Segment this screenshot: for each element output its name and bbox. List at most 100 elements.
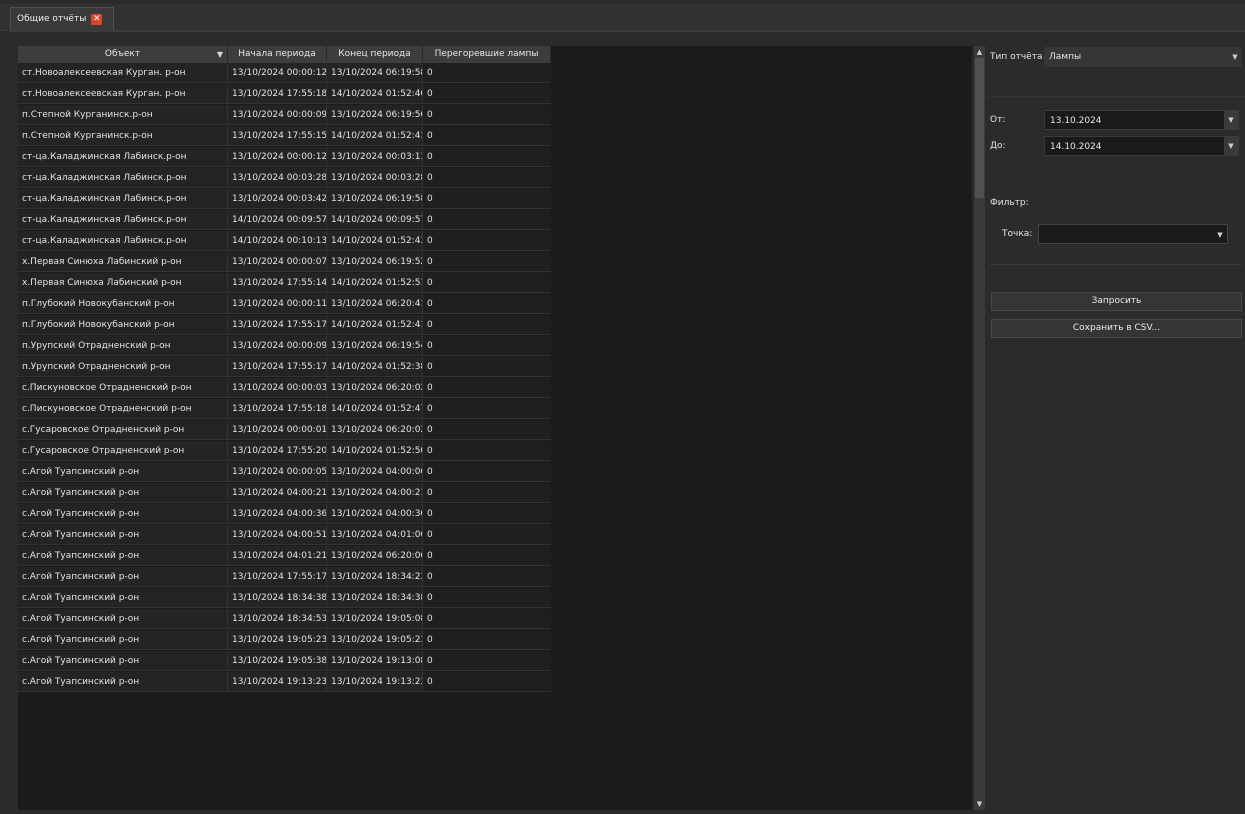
column-header-burnt-lamps[interactable]: Перегоревшие лампы <box>423 46 551 63</box>
table-row[interactable]: с.Агой Туапсинский р-он 13/10/2024 17:55:… <box>18 567 972 588</box>
table-row[interactable]: с.Агой Туапсинский р-он 13/10/2024 04:01:… <box>18 546 972 567</box>
vertical-scrollbar[interactable]: ▲ ▼ <box>974 46 985 810</box>
scroll-up-icon[interactable]: ▲ <box>974 46 985 58</box>
table-row[interactable]: с.Агой Туапсинский р-он 13/10/2024 04:00:… <box>18 525 972 546</box>
table-cell: с.Агой Туапсинский р-он <box>18 546 228 566</box>
table-cell: 0 <box>423 525 551 545</box>
table-cell: 13/10/2024 19:05:38 <box>228 651 327 671</box>
table-cell: п.Урупский Отрадненский р-он <box>18 357 228 377</box>
table-cell: 13/10/2024 04:00:21 <box>327 483 423 503</box>
chevron-down-icon[interactable]: ▼ <box>1224 137 1238 155</box>
date-to-field[interactable]: 14.10.2024 ▼ <box>1044 136 1239 156</box>
scroll-down-icon[interactable]: ▼ <box>974 798 985 810</box>
table-row[interactable]: с.Агой Туапсинский р-он 13/10/2024 19:13:… <box>18 672 972 693</box>
table-cell: 13/10/2024 06:20:41 <box>327 294 423 314</box>
point-select[interactable]: ▼ <box>1038 224 1228 244</box>
to-label: До: <box>990 141 1006 151</box>
table-cell: 0 <box>423 168 551 188</box>
table-row[interactable]: ст-ца.Каладжинская Лабинск.р-он 14/10/202… <box>18 210 972 231</box>
table-cell: 13/10/2024 17:55:17 <box>228 357 327 377</box>
table-cell: 13/10/2024 17:55:18 <box>228 399 327 419</box>
table-row[interactable]: п.Глубокий Новокубанский р-он 13/10/2024 … <box>18 315 972 336</box>
table-cell: 13/10/2024 06:20:06 <box>327 546 423 566</box>
column-header-period-end[interactable]: Конец периода <box>327 46 423 63</box>
table-cell: п.Глубокий Новокубанский р-он <box>18 294 228 314</box>
table-cell: 13/10/2024 00:00:12 <box>228 147 327 167</box>
table-row[interactable]: с.Пискуновское Отрадненский р-он 13/10/20… <box>18 378 972 399</box>
table-cell: 0 <box>423 420 551 440</box>
table-row[interactable]: с.Агой Туапсинский р-он 13/10/2024 18:34:… <box>18 609 972 630</box>
table-cell: ст-ца.Каладжинская Лабинск.р-он <box>18 231 228 251</box>
table-row[interactable]: п.Степной Курганинск.р-он 13/10/2024 17:5… <box>18 126 972 147</box>
table-cell: 0 <box>423 315 551 335</box>
table-cell: 14/10/2024 00:10:13 <box>228 231 327 251</box>
table-cell: 14/10/2024 01:52:51 <box>327 273 423 293</box>
table-row[interactable]: с.Агой Туапсинский р-он 13/10/2024 04:00:… <box>18 504 972 525</box>
table-cell: 0 <box>423 588 551 608</box>
report-type-select[interactable]: Лампы ▼ <box>1044 47 1242 67</box>
table-cell: 13/10/2024 06:20:02 <box>327 420 423 440</box>
table-cell: 0 <box>423 609 551 629</box>
table-cell: ст.Новоалексеевская Курган. р-он <box>18 63 228 83</box>
table-row[interactable]: ст-ца.Каладжинская Лабинск.р-он 13/10/202… <box>18 168 972 189</box>
table-cell: п.Степной Курганинск.р-он <box>18 126 228 146</box>
table-row[interactable]: ст-ца.Каладжинская Лабинск.р-он 13/10/202… <box>18 147 972 168</box>
table-cell: ст-ца.Каладжинская Лабинск.р-он <box>18 189 228 209</box>
table-row[interactable]: с.Агой Туапсинский р-он 13/10/2024 04:00:… <box>18 483 972 504</box>
chevron-down-icon[interactable]: ▼ <box>1224 111 1238 129</box>
table-cell: 13/10/2024 04:00:36 <box>228 504 327 524</box>
table-cell: 14/10/2024 01:52:38 <box>327 357 423 377</box>
table-row[interactable]: п.Урупский Отрадненский р-он 13/10/2024 1… <box>18 357 972 378</box>
table-row[interactable]: с.Агой Туапсинский р-он 13/10/2024 18:34:… <box>18 588 972 609</box>
table-row[interactable]: с.Агой Туапсинский р-он 13/10/2024 19:05:… <box>18 651 972 672</box>
table-cell: 14/10/2024 01:52:43 <box>327 126 423 146</box>
table-cell: с.Агой Туапсинский р-он <box>18 672 228 692</box>
request-button[interactable]: Запросить <box>991 292 1242 311</box>
column-header-object[interactable]: Объект ▼ <box>18 46 228 63</box>
table-cell: 13/10/2024 06:19:56 <box>327 105 423 125</box>
tab-general-reports[interactable]: Общие отчёты ✕ <box>10 7 114 30</box>
table-cell: х.Первая Синюха Лабинский р-он <box>18 273 228 293</box>
table-cell: 13/10/2024 00:03:28 <box>228 168 327 188</box>
table-cell: 13/10/2024 00:00:09 <box>228 336 327 356</box>
scrollbar-thumb[interactable] <box>975 58 984 198</box>
table-cell: 13/10/2024 18:34:23 <box>327 567 423 587</box>
table-cell: х.Первая Синюха Лабинский р-он <box>18 252 228 272</box>
table-cell: с.Агой Туапсинский р-он <box>18 651 228 671</box>
table-cell: 0 <box>423 294 551 314</box>
table-row[interactable]: х.Первая Синюха Лабинский р-он 13/10/2024… <box>18 252 972 273</box>
point-label: Точка: <box>1002 229 1033 239</box>
table-cell: 0 <box>423 189 551 209</box>
date-from-field[interactable]: 13.10.2024 ▼ <box>1044 110 1239 130</box>
table-cell: 13/10/2024 00:03:13 <box>327 147 423 167</box>
save-csv-button[interactable]: Сохранить в CSV... <box>991 319 1242 338</box>
close-icon[interactable]: ✕ <box>91 13 103 25</box>
table-row[interactable]: п.Урупский Отрадненский р-он 13/10/2024 0… <box>18 336 972 357</box>
table-row[interactable]: п.Глубокий Новокубанский р-он 13/10/2024 … <box>18 294 972 315</box>
table-row[interactable]: с.Гусаровское Отрадненский р-он 13/10/202… <box>18 420 972 441</box>
table-cell: 13/10/2024 18:34:38 <box>327 588 423 608</box>
table-cell: 13/10/2024 04:00:51 <box>228 525 327 545</box>
from-label: От: <box>990 115 1006 125</box>
table-cell: с.Агой Туапсинский р-он <box>18 567 228 587</box>
table-cell: 13/10/2024 18:34:38 <box>228 588 327 608</box>
table-cell: п.Степной Курганинск.р-он <box>18 105 228 125</box>
table-cell: с.Агой Туапсинский р-он <box>18 483 228 503</box>
filter-label: Фильтр: <box>990 198 1029 208</box>
table-row[interactable]: п.Степной Курганинск.р-он 13/10/2024 00:0… <box>18 105 972 126</box>
table-cell: 0 <box>423 378 551 398</box>
table-row[interactable]: х.Первая Синюха Лабинский р-он 13/10/2024… <box>18 273 972 294</box>
table-row[interactable]: с.Агой Туапсинский р-он 13/10/2024 00:00:… <box>18 462 972 483</box>
table-row[interactable]: с.Гусаровское Отрадненский р-он 13/10/202… <box>18 441 972 462</box>
table-row[interactable]: с.Агой Туапсинский р-он 13/10/2024 19:05:… <box>18 630 972 651</box>
table-row[interactable]: ст.Новоалексеевская Курган. р-он 13/10/20… <box>18 63 972 84</box>
column-header-period-start[interactable]: Начала периода <box>228 46 327 63</box>
table-cell: 0 <box>423 336 551 356</box>
table-row[interactable]: ст-ца.Каладжинская Лабинск.р-он 13/10/202… <box>18 189 972 210</box>
table-cell: 0 <box>423 252 551 272</box>
table-row[interactable]: ст.Новоалексеевская Курган. р-он 13/10/20… <box>18 84 972 105</box>
table-cell: 13/10/2024 00:03:42 <box>228 189 327 209</box>
table-row[interactable]: ст-ца.Каладжинская Лабинск.р-он 14/10/202… <box>18 231 972 252</box>
table-row[interactable]: с.Пискуновское Отрадненский р-он 13/10/20… <box>18 399 972 420</box>
table-cell: с.Пискуновское Отрадненский р-он <box>18 378 228 398</box>
